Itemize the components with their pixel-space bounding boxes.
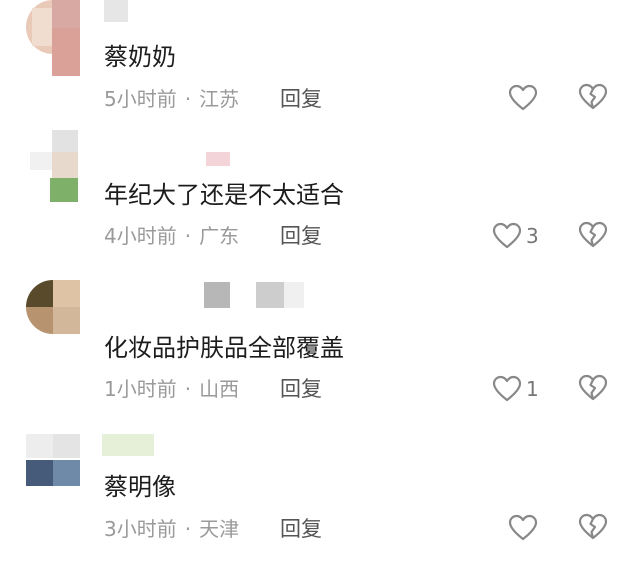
comment-meta: 5小时前 · 江苏 bbox=[104, 86, 239, 112]
like-button[interactable]: 3 bbox=[492, 221, 539, 251]
comment-text: 年纪大了还是不太适合 bbox=[104, 181, 344, 209]
comment-item: 化妆品护肤品全部覆盖 1小时前 · 山西 回复 1 bbox=[0, 278, 640, 418]
comment-location: 广东 bbox=[199, 224, 240, 248]
comment-time: 4小时前 bbox=[104, 224, 177, 248]
comment-time: 3小时前 bbox=[104, 517, 177, 541]
comment-time: 5小时前 bbox=[104, 87, 177, 111]
avatar[interactable] bbox=[26, 130, 80, 184]
comment-location: 天津 bbox=[199, 517, 240, 541]
comment-text: 蔡奶奶 bbox=[104, 43, 176, 71]
reply-button[interactable]: 回复 bbox=[280, 376, 322, 402]
separator-dot: · bbox=[184, 377, 192, 401]
comment-location: 江苏 bbox=[199, 87, 240, 111]
like-count: 1 bbox=[526, 377, 539, 401]
separator-dot: · bbox=[184, 224, 192, 248]
broken-heart-icon bbox=[578, 83, 608, 111]
separator-dot: · bbox=[184, 517, 192, 541]
comment-item: 蔡奶奶 5小时前 · 江苏 回复 bbox=[0, 0, 640, 130]
dislike-button[interactable] bbox=[578, 221, 608, 251]
comment-meta: 1小时前 · 山西 bbox=[104, 376, 239, 402]
like-button[interactable] bbox=[508, 83, 542, 113]
comment-item: 年纪大了还是不太适合 4小时前 · 广东 回复 3 bbox=[0, 130, 640, 270]
username-blurred bbox=[52, 28, 80, 76]
dislike-button[interactable] bbox=[578, 374, 608, 404]
separator-dot: · bbox=[184, 87, 192, 111]
broken-heart-icon bbox=[578, 513, 608, 541]
heart-outline-icon bbox=[492, 375, 522, 403]
like-count: 3 bbox=[526, 224, 539, 248]
broken-heart-icon bbox=[578, 374, 608, 402]
like-button[interactable] bbox=[508, 513, 542, 543]
avatar[interactable] bbox=[26, 434, 80, 488]
username-blurred bbox=[204, 282, 304, 308]
username-blurred bbox=[50, 178, 78, 202]
reply-button[interactable]: 回复 bbox=[280, 223, 322, 249]
heart-outline-icon bbox=[508, 514, 538, 542]
username-blurred bbox=[206, 152, 230, 166]
username-blurred bbox=[104, 0, 128, 22]
avatar[interactable] bbox=[26, 280, 80, 334]
comment-meta: 3小时前 · 天津 bbox=[104, 516, 239, 542]
comment-meta: 4小时前 · 广东 bbox=[104, 223, 239, 249]
dislike-button[interactable] bbox=[578, 83, 608, 113]
comment-text: 化妆品护肤品全部覆盖 bbox=[104, 334, 344, 362]
reply-button[interactable]: 回复 bbox=[280, 516, 322, 542]
username-blurred bbox=[102, 434, 154, 456]
comment-location: 山西 bbox=[199, 377, 240, 401]
heart-outline-icon bbox=[508, 84, 538, 112]
heart-outline-icon bbox=[492, 222, 522, 250]
dislike-button[interactable] bbox=[578, 513, 608, 543]
comment-text: 蔡明像 bbox=[104, 473, 176, 501]
comment-time: 1小时前 bbox=[104, 377, 177, 401]
reply-button[interactable]: 回复 bbox=[280, 86, 322, 112]
like-button[interactable]: 1 bbox=[492, 374, 539, 404]
broken-heart-icon bbox=[578, 221, 608, 249]
comment-item: 蔡明像 3小时前 · 天津 回复 bbox=[0, 432, 640, 567]
